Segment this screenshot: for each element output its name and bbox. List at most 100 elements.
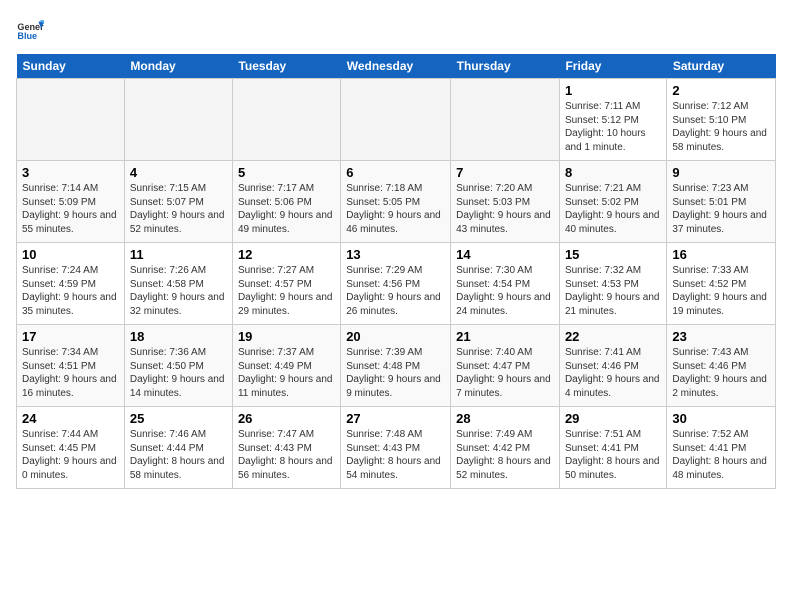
day-info: Sunrise: 7:17 AM Sunset: 5:06 PM Dayligh… xyxy=(238,182,335,236)
weekday-header-sunday: Sunday xyxy=(17,54,125,79)
day-number: 26 xyxy=(238,411,335,426)
week-row-3: 10 Sunrise: 7:24 AM Sunset: 4:59 PM Dayli… xyxy=(17,243,776,325)
day-info: Sunrise: 7:49 AM Sunset: 4:42 PM Dayligh… xyxy=(456,428,554,482)
svg-text:Blue: Blue xyxy=(17,31,37,41)
calendar-cell xyxy=(341,79,451,161)
calendar-cell: 6 Sunrise: 7:18 AM Sunset: 5:05 PM Daylig… xyxy=(341,161,451,243)
day-info: Sunrise: 7:39 AM Sunset: 4:48 PM Dayligh… xyxy=(346,346,445,400)
day-info: Sunrise: 7:41 AM Sunset: 4:46 PM Dayligh… xyxy=(565,346,661,400)
day-info: Sunrise: 7:14 AM Sunset: 5:09 PM Dayligh… xyxy=(22,182,119,236)
calendar-cell: 4 Sunrise: 7:15 AM Sunset: 5:07 PM Daylig… xyxy=(124,161,232,243)
calendar-cell: 30Sunrise: 7:52 AM Sunset: 4:41 PM Dayli… xyxy=(667,407,776,489)
day-info: Sunrise: 7:44 AM Sunset: 4:45 PM Dayligh… xyxy=(22,428,119,482)
calendar-cell: 10 Sunrise: 7:24 AM Sunset: 4:59 PM Dayli… xyxy=(17,243,125,325)
day-number: 29 xyxy=(565,411,661,426)
calendar-cell: 25 Sunrise: 7:46 AM Sunset: 4:44 PM Dayli… xyxy=(124,407,232,489)
calendar-cell: 18Sunrise: 7:36 AM Sunset: 4:50 PM Dayli… xyxy=(124,325,232,407)
weekday-header-tuesday: Tuesday xyxy=(232,54,340,79)
day-info: Sunrise: 7:37 AM Sunset: 4:49 PM Dayligh… xyxy=(238,346,335,400)
day-info: Sunrise: 7:11 AM Sunset: 5:12 PM Dayligh… xyxy=(565,100,661,154)
calendar-table: SundayMondayTuesdayWednesdayThursdayFrid… xyxy=(16,54,776,489)
day-info: Sunrise: 7:12 AM Sunset: 5:10 PM Dayligh… xyxy=(672,100,770,154)
day-info: Sunrise: 7:18 AM Sunset: 5:05 PM Dayligh… xyxy=(346,182,445,236)
calendar-cell: 20 Sunrise: 7:39 AM Sunset: 4:48 PM Dayli… xyxy=(341,325,451,407)
calendar-cell: 29 Sunrise: 7:51 AM Sunset: 4:41 PM Dayli… xyxy=(559,407,666,489)
day-number: 1 xyxy=(565,83,661,98)
day-number: 7 xyxy=(456,165,554,180)
day-info: Sunrise: 7:46 AM Sunset: 4:44 PM Dayligh… xyxy=(130,428,227,482)
calendar-cell: 15 Sunrise: 7:32 AM Sunset: 4:53 PM Dayli… xyxy=(559,243,666,325)
day-info: Sunrise: 7:34 AM Sunset: 4:51 PM Dayligh… xyxy=(22,346,119,400)
day-number: 19 xyxy=(238,329,335,344)
calendar-cell: 7 Sunrise: 7:20 AM Sunset: 5:03 PM Daylig… xyxy=(451,161,560,243)
day-info: Sunrise: 7:51 AM Sunset: 4:41 PM Dayligh… xyxy=(565,428,661,482)
calendar-cell: 22 Sunrise: 7:41 AM Sunset: 4:46 PM Dayli… xyxy=(559,325,666,407)
day-info: Sunrise: 7:27 AM Sunset: 4:57 PM Dayligh… xyxy=(238,264,335,318)
calendar-cell: 1 Sunrise: 7:11 AM Sunset: 5:12 PM Daylig… xyxy=(559,79,666,161)
day-number: 5 xyxy=(238,165,335,180)
day-number: 17 xyxy=(22,329,119,344)
day-info: Sunrise: 7:32 AM Sunset: 4:53 PM Dayligh… xyxy=(565,264,661,318)
day-info: Sunrise: 7:33 AM Sunset: 4:52 PM Dayligh… xyxy=(672,264,770,318)
calendar-cell xyxy=(17,79,125,161)
calendar-cell: 8 Sunrise: 7:21 AM Sunset: 5:02 PM Daylig… xyxy=(559,161,666,243)
calendar-cell: 13 Sunrise: 7:29 AM Sunset: 4:56 PM Dayli… xyxy=(341,243,451,325)
day-number: 21 xyxy=(456,329,554,344)
calendar-cell: 2 Sunrise: 7:12 AM Sunset: 5:10 PM Daylig… xyxy=(667,79,776,161)
calendar-cell: 3 Sunrise: 7:14 AM Sunset: 5:09 PM Daylig… xyxy=(17,161,125,243)
week-row-4: 17 Sunrise: 7:34 AM Sunset: 4:51 PM Dayli… xyxy=(17,325,776,407)
calendar-cell: 11 Sunrise: 7:26 AM Sunset: 4:58 PM Dayli… xyxy=(124,243,232,325)
day-number: 22 xyxy=(565,329,661,344)
day-number: 10 xyxy=(22,247,119,262)
calendar-cell: 28 Sunrise: 7:49 AM Sunset: 4:42 PM Dayli… xyxy=(451,407,560,489)
week-row-2: 3 Sunrise: 7:14 AM Sunset: 5:09 PM Daylig… xyxy=(17,161,776,243)
header: General Blue xyxy=(16,16,776,44)
weekday-header-monday: Monday xyxy=(124,54,232,79)
day-number: 9 xyxy=(672,165,770,180)
calendar-cell: 16 Sunrise: 7:33 AM Sunset: 4:52 PM Dayli… xyxy=(667,243,776,325)
day-number: 23 xyxy=(672,329,770,344)
day-info: Sunrise: 7:21 AM Sunset: 5:02 PM Dayligh… xyxy=(565,182,661,236)
calendar-cell: 27Sunrise: 7:48 AM Sunset: 4:43 PM Dayli… xyxy=(341,407,451,489)
day-number: 14 xyxy=(456,247,554,262)
day-number: 2 xyxy=(672,83,770,98)
calendar-cell: 5 Sunrise: 7:17 AM Sunset: 5:06 PM Daylig… xyxy=(232,161,340,243)
day-info: Sunrise: 7:24 AM Sunset: 4:59 PM Dayligh… xyxy=(22,264,119,318)
day-info: Sunrise: 7:43 AM Sunset: 4:46 PM Dayligh… xyxy=(672,346,770,400)
day-number: 28 xyxy=(456,411,554,426)
day-number: 6 xyxy=(346,165,445,180)
day-number: 24 xyxy=(22,411,119,426)
day-number: 13 xyxy=(346,247,445,262)
calendar-cell: 24 Sunrise: 7:44 AM Sunset: 4:45 PM Dayli… xyxy=(17,407,125,489)
day-info: Sunrise: 7:47 AM Sunset: 4:43 PM Dayligh… xyxy=(238,428,335,482)
day-number: 16 xyxy=(672,247,770,262)
day-info: Sunrise: 7:26 AM Sunset: 4:58 PM Dayligh… xyxy=(130,264,227,318)
day-number: 15 xyxy=(565,247,661,262)
week-row-1: 1 Sunrise: 7:11 AM Sunset: 5:12 PM Daylig… xyxy=(17,79,776,161)
calendar-cell: 14 Sunrise: 7:30 AM Sunset: 4:54 PM Dayli… xyxy=(451,243,560,325)
day-info: Sunrise: 7:30 AM Sunset: 4:54 PM Dayligh… xyxy=(456,264,554,318)
weekday-header-saturday: Saturday xyxy=(667,54,776,79)
day-number: 11 xyxy=(130,247,227,262)
calendar-cell: 21 Sunrise: 7:40 AM Sunset: 4:47 PM Dayli… xyxy=(451,325,560,407)
day-number: 3 xyxy=(22,165,119,180)
day-info: Sunrise: 7:29 AM Sunset: 4:56 PM Dayligh… xyxy=(346,264,445,318)
calendar-cell xyxy=(232,79,340,161)
day-info: Sunrise: 7:23 AM Sunset: 5:01 PM Dayligh… xyxy=(672,182,770,236)
calendar-cell: 26 Sunrise: 7:47 AM Sunset: 4:43 PM Dayli… xyxy=(232,407,340,489)
calendar-cell: 17 Sunrise: 7:34 AM Sunset: 4:51 PM Dayli… xyxy=(17,325,125,407)
logo-icon: General Blue xyxy=(16,16,44,44)
day-info: Sunrise: 7:48 AM Sunset: 4:43 PM Dayligh… xyxy=(346,428,445,482)
day-info: Sunrise: 7:15 AM Sunset: 5:07 PM Dayligh… xyxy=(130,182,227,236)
day-number: 12 xyxy=(238,247,335,262)
day-info: Sunrise: 7:40 AM Sunset: 4:47 PM Dayligh… xyxy=(456,346,554,400)
day-info: Sunrise: 7:20 AM Sunset: 5:03 PM Dayligh… xyxy=(456,182,554,236)
day-number: 8 xyxy=(565,165,661,180)
calendar-cell: 9 Sunrise: 7:23 AM Sunset: 5:01 PM Daylig… xyxy=(667,161,776,243)
day-number: 4 xyxy=(130,165,227,180)
calendar-cell: 12 Sunrise: 7:27 AM Sunset: 4:57 PM Dayli… xyxy=(232,243,340,325)
weekday-header-wednesday: Wednesday xyxy=(341,54,451,79)
week-row-5: 24 Sunrise: 7:44 AM Sunset: 4:45 PM Dayli… xyxy=(17,407,776,489)
day-number: 25 xyxy=(130,411,227,426)
day-number: 20 xyxy=(346,329,445,344)
